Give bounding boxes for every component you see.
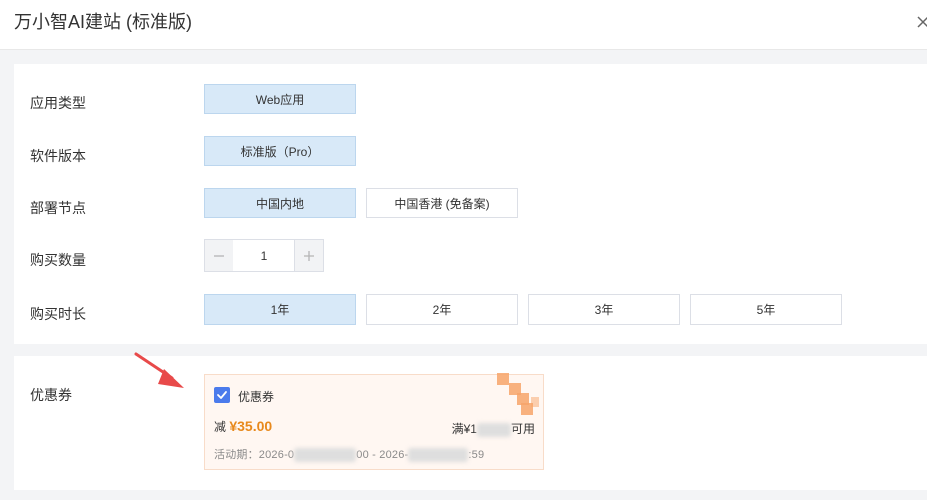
app-type-label: 应用类型: [30, 95, 86, 111]
duration-option-1y[interactable]: 1年: [204, 294, 356, 325]
threshold-prefix: 满¥1: [451, 422, 477, 436]
quantity-increase-button[interactable]: [294, 240, 323, 271]
check-icon: [217, 391, 227, 399]
coupon-checkbox[interactable]: [214, 387, 230, 403]
quantity-label: 购买数量: [30, 252, 86, 268]
coupon-checkbox-label: 优惠券: [238, 390, 275, 404]
redacted-start-time: [294, 448, 357, 463]
dialog-header: 万小智AI建站 (标准版): [0, 0, 927, 50]
close-icon[interactable]: [913, 12, 927, 32]
duration-option-5y[interactable]: 5年: [690, 294, 842, 325]
coupon-discount: 减 ¥35.00: [214, 418, 272, 435]
node-option-mainland[interactable]: 中国内地: [204, 188, 356, 218]
coupon-threshold: 满¥1 可用: [452, 420, 535, 437]
period-suffix: :59: [468, 449, 485, 461]
coupon-period: 活动期：2026-0 00 - 2026- :59: [214, 446, 485, 463]
coupon-card[interactable]: 优惠券 减 ¥35.00 满¥1 可用 活动期：2026-0 00 - 2026-:…: [204, 373, 544, 470]
version-label: 软件版本: [30, 148, 86, 164]
redacted-threshold: [476, 422, 511, 437]
red-arrow-icon: [134, 352, 184, 388]
discount-prefix: 减: [214, 420, 227, 434]
discount-amount: ¥35.00: [229, 418, 273, 434]
version-option-pro[interactable]: 标准版（Pro）: [204, 136, 356, 166]
quantity-input[interactable]: [233, 240, 295, 271]
threshold-suffix: 可用: [510, 422, 535, 436]
minus-icon: [214, 254, 224, 257]
plus-icon: [304, 250, 314, 261]
coupon-section-label: 优惠券: [30, 387, 72, 403]
period-prefix: 活动期：2026-0: [214, 449, 295, 461]
duration-option-3y[interactable]: 3年: [528, 294, 680, 325]
quantity-decrease-button[interactable]: [205, 240, 234, 271]
quantity-stepper: [204, 239, 324, 272]
dialog-title: 万小智AI建站 (标准版): [14, 12, 192, 32]
duration-label: 购买时长: [30, 306, 86, 322]
duration-option-2y[interactable]: 2年: [366, 294, 518, 325]
redacted-end-time: [408, 448, 469, 463]
app-type-option-web[interactable]: Web应用: [204, 84, 356, 114]
period-middle: 00 - 2026-: [356, 449, 409, 461]
node-label: 部署节点: [30, 200, 86, 216]
node-option-hongkong[interactable]: 中国香港 (免备案): [366, 188, 518, 218]
